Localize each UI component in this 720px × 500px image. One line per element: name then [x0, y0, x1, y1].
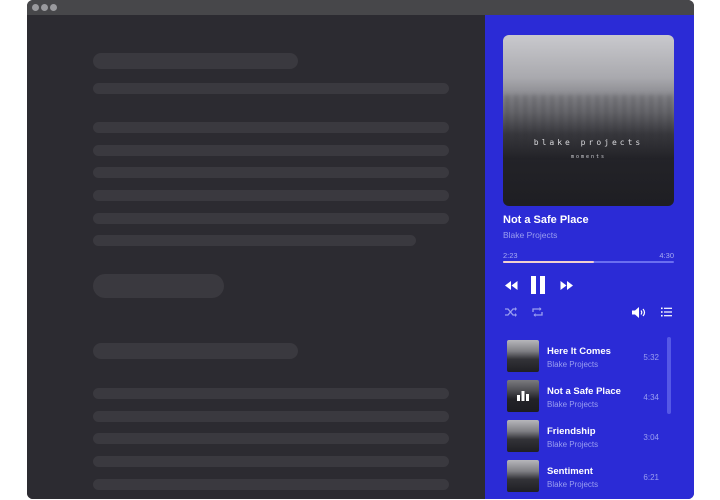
list-icon	[660, 307, 672, 317]
fast-forward-icon	[560, 280, 573, 290]
track-title: Friendship	[547, 426, 596, 437]
music-player-panel: blake projects moments Not a Safe Place …	[485, 15, 694, 499]
track-artist: Blake Projects	[547, 400, 599, 409]
playlist-item[interactable]: Friendship Blake Projects 3:04	[507, 420, 677, 454]
skeleton-line	[93, 235, 416, 246]
app-window: blake projects moments Not a Safe Place …	[27, 0, 694, 499]
window-minimize-button[interactable]	[41, 4, 48, 11]
skeleton-line	[93, 411, 449, 422]
total-time: 4:30	[659, 251, 674, 260]
track-thumbnail	[507, 420, 539, 452]
queue-button[interactable]	[659, 305, 673, 319]
skeleton-line	[93, 190, 449, 201]
shuffle-icon	[505, 307, 517, 317]
pause-button[interactable]	[529, 274, 547, 296]
skeleton-heading	[93, 343, 298, 359]
track-thumbnail	[507, 460, 539, 492]
title-bar	[27, 0, 694, 15]
track-artist: Blake Projects	[547, 440, 599, 449]
volume-button[interactable]	[631, 305, 647, 319]
shuffle-button[interactable]	[504, 305, 518, 319]
track-duration: 6:21	[643, 473, 659, 482]
skeleton-line	[93, 213, 449, 224]
track-title: Not a Safe Place	[547, 386, 621, 397]
skeleton-line	[93, 433, 449, 444]
track-thumbnail	[507, 380, 539, 412]
skeleton-heading	[93, 53, 298, 69]
track-thumbnail	[507, 340, 539, 372]
track-artist: Blake Projects	[547, 480, 599, 489]
window-close-button[interactable]	[32, 4, 39, 11]
now-playing-title: Not a Safe Place	[503, 214, 589, 226]
playlist-item[interactable]: Here It Comes Blake Projects 5:32	[507, 340, 677, 374]
skeleton-line	[93, 456, 449, 467]
repeat-icon	[531, 307, 543, 317]
equalizer-icon	[517, 391, 529, 401]
rewind-icon	[504, 280, 517, 290]
progress-bar[interactable]	[503, 261, 674, 263]
track-duration: 5:32	[643, 353, 659, 362]
fast-forward-button[interactable]	[558, 278, 574, 292]
playlist-item[interactable]: Sentiment Blake Projects 6:21	[507, 460, 677, 494]
playlist: Here It Comes Blake Projects 5:32 Not a …	[485, 335, 694, 499]
skeleton-line	[93, 479, 449, 490]
track-title: Sentiment	[547, 466, 593, 477]
skeleton-line	[93, 167, 449, 178]
now-playing-artist: Blake Projects	[503, 230, 558, 240]
pause-icon	[531, 276, 545, 294]
volume-icon	[632, 306, 646, 318]
track-artist: Blake Projects	[547, 360, 599, 369]
repeat-button[interactable]	[530, 305, 544, 319]
track-duration: 3:04	[643, 433, 659, 442]
playlist-scrollbar[interactable]	[667, 337, 671, 414]
elapsed-time: 2:23	[503, 251, 518, 260]
skeleton-line	[93, 145, 449, 156]
skeleton-line	[93, 388, 449, 399]
window-maximize-button[interactable]	[50, 4, 57, 11]
skeleton-button	[93, 274, 224, 298]
skeleton-line	[93, 83, 449, 94]
album-cover: blake projects moments	[503, 35, 674, 206]
track-title: Here It Comes	[547, 346, 611, 357]
rewind-button[interactable]	[503, 278, 519, 292]
progress-fill	[503, 261, 594, 263]
playlist-item-active[interactable]: Not a Safe Place Blake Projects 4:34	[507, 380, 677, 414]
skeleton-line	[93, 122, 449, 133]
content-area	[27, 15, 485, 499]
cover-title: blake projects	[533, 138, 644, 147]
cover-subtitle: moments	[570, 154, 607, 160]
track-duration: 4:34	[643, 393, 659, 402]
